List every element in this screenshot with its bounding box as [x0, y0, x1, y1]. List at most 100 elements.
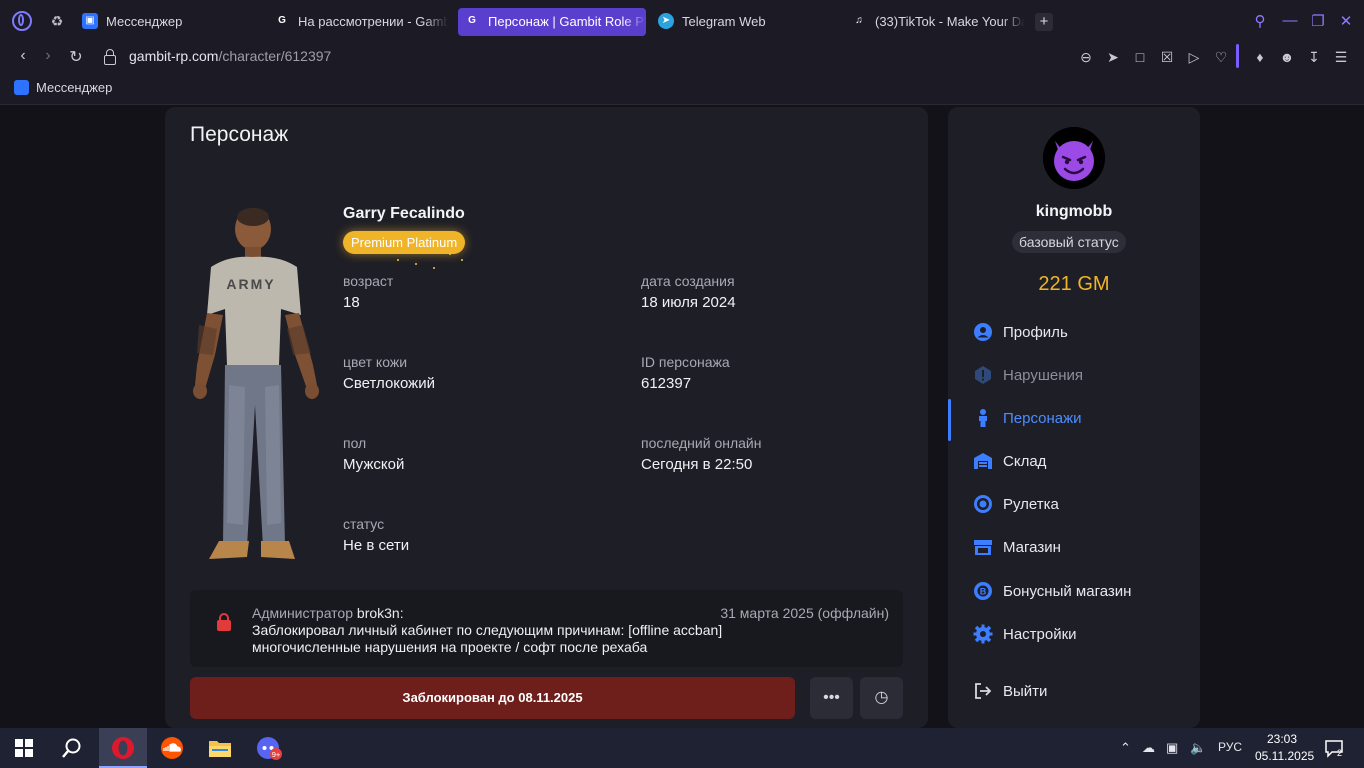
sidebar-item-label: Бонусный магазин: [1003, 583, 1132, 600]
sidebar-item-logout[interactable]: Выйти: [973, 681, 1047, 703]
url-path: /character/612397: [218, 48, 332, 64]
sidebar-item-settings[interactable]: Настройки: [973, 624, 1077, 646]
easy-setup-icon[interactable]: ☰: [1332, 48, 1350, 66]
bonus-shop-icon: B: [974, 581, 992, 600]
tab-character[interactable]: G Персонаж | Gambit Role Play: [458, 8, 646, 36]
history-button[interactable]: ◷: [860, 677, 903, 719]
telegram-icon: ➤: [658, 13, 674, 30]
reload-icon[interactable]: ↻: [66, 47, 86, 67]
field-value-skin: Светлокожий: [343, 375, 435, 392]
field-value-status: Не в сети: [343, 537, 410, 554]
taskbar-discord[interactable]: 9+: [245, 728, 293, 768]
field-label-age: возраст: [343, 273, 394, 289]
search-tabs-icon[interactable]: ⚲: [1250, 12, 1270, 30]
profile-sidebar: kingmobb базовый статус 221 GM Профиль Н…: [948, 107, 1200, 728]
snapshot-icon[interactable]: □: [1131, 48, 1149, 66]
restore-icon[interactable]: ❐: [1308, 12, 1328, 30]
bookmark-messenger[interactable]: Мессенджер: [14, 79, 113, 95]
field-label-created: дата создания: [641, 273, 735, 289]
sidebar-item-shop[interactable]: Магазин: [973, 537, 1061, 559]
chevron-up-icon[interactable]: ⌃: [1120, 740, 1131, 756]
sidebar-item-violations[interactable]: Нарушения: [973, 365, 1083, 387]
windows-icon: [15, 739, 33, 757]
onedrive-icon[interactable]: ☁: [1142, 740, 1155, 756]
sidebar-item-profile[interactable]: Профиль: [973, 322, 1068, 344]
field-label-last-online: последний онлайн: [641, 435, 762, 451]
shop-icon: [974, 539, 992, 555]
back-icon[interactable]: ‹: [13, 47, 33, 65]
toolbar-separator: [1236, 44, 1239, 68]
field-label-id: ID персонажа: [641, 354, 730, 370]
tab-telegram[interactable]: ➤ Telegram Web: [652, 8, 832, 36]
page-content: Персонаж ARMY Garry Fecalindo Premium Pl…: [0, 105, 1364, 728]
sidebar-item-bonus-shop[interactable]: B Бонусный магазин: [973, 581, 1131, 603]
avatar[interactable]: [1043, 127, 1105, 189]
lock-icon[interactable]: [104, 49, 116, 65]
opera-menu-icon[interactable]: [12, 11, 32, 31]
notifications-icon[interactable]: 2: [1324, 738, 1344, 761]
svg-text:B: B: [980, 586, 987, 596]
clock-date: 05.11.2025: [1255, 749, 1315, 763]
tab-messenger[interactable]: ▣ Мессенджер: [76, 8, 254, 36]
shirt-label: ARMY: [226, 276, 275, 292]
close-icon[interactable]: ✕: [1336, 12, 1356, 30]
language-indicator[interactable]: РУС: [1218, 740, 1242, 754]
sidebar-item-label: Выйти: [1003, 683, 1048, 700]
gamepad-icon[interactable]: ♻: [48, 12, 66, 30]
minimize-icon[interactable]: —: [1280, 12, 1300, 29]
field-value-age: 18: [343, 294, 360, 311]
search-icon: [62, 738, 81, 758]
field-value-created: 18 июля 2024: [641, 294, 736, 311]
active-indicator: [948, 399, 951, 441]
start-button[interactable]: [0, 728, 48, 768]
notifications-count: 2: [1337, 748, 1342, 758]
account-icon[interactable]: ☻: [1278, 48, 1296, 66]
volume-icon[interactable]: 🔈: [1190, 740, 1206, 756]
forward-icon[interactable]: ›: [38, 47, 58, 65]
sidebar-item-warehouse[interactable]: Склад: [973, 451, 1046, 473]
sidebar-item-label: Персонажи: [1003, 410, 1082, 427]
new-tab-button[interactable]: +: [1035, 13, 1053, 31]
bookmark-label: Мессенджер: [36, 80, 113, 95]
notification-icon: 2: [1325, 740, 1343, 758]
sidebar-item-roulette[interactable]: Рулетка: [973, 494, 1059, 516]
taskbar-opera[interactable]: [99, 728, 147, 768]
taskbar-soundcloud[interactable]: [148, 728, 196, 768]
more-button[interactable]: •••: [810, 677, 853, 719]
zoom-icon[interactable]: ⊖: [1077, 48, 1095, 66]
blocked-until-button[interactable]: Заблокирован до 08.11.2025: [190, 677, 795, 719]
clock[interactable]: 23:03 05.11.2025: [1255, 731, 1315, 765]
field-value-id: 612397: [641, 375, 692, 392]
tab-title: Мессенджер: [106, 14, 183, 29]
sidebar-item-characters[interactable]: Персонажи: [973, 408, 1082, 430]
network-icon[interactable]: ▣: [1166, 740, 1178, 756]
soundcloud-icon: [161, 737, 183, 759]
tiktok-icon: ♫: [855, 15, 863, 27]
ban-notice: Администратор brok3n: 31 марта 2025 (офф…: [190, 590, 903, 667]
roulette-icon: [974, 494, 992, 513]
field-value-sex: Мужской: [343, 456, 405, 473]
tab-review[interactable]: GНа рассмотрении - Gambit Role: [268, 8, 448, 36]
page-title: Персонаж: [190, 123, 289, 146]
person-icon: [979, 408, 987, 427]
adblock-icon[interactable]: ☒: [1158, 48, 1176, 66]
gambit-icon: G: [468, 15, 476, 27]
username: kingmobb: [1035, 203, 1113, 220]
more-icon: •••: [823, 689, 840, 706]
download-icon[interactable]: ↧: [1305, 48, 1323, 66]
sidebar-item-label: Магазин: [1003, 539, 1061, 556]
field-label-sex: пол: [343, 435, 367, 451]
taskbar-explorer[interactable]: [196, 728, 244, 768]
heart-icon[interactable]: ♡: [1212, 48, 1230, 66]
balance: 221 GM: [1038, 273, 1110, 295]
ban-author-role: Администратор: [252, 605, 354, 621]
tab-tiktok[interactable]: ♫ (33)TikTok - Make Your Day: [845, 8, 1025, 36]
taskbar: 9+ ⌃ ☁ ▣ 🔈 РУС 23:03 05.11.2025 2: [0, 728, 1364, 768]
clock-time: 23:03: [1266, 732, 1298, 746]
url-field[interactable]: gambit-rp.com/character/612397: [129, 48, 331, 64]
extensions-icon[interactable]: ♦: [1251, 48, 1269, 66]
player-icon[interactable]: ▷: [1185, 48, 1203, 66]
search-button[interactable]: [48, 728, 96, 768]
tab-title: Telegram Web: [682, 14, 766, 29]
pin-icon[interactable]: ➤: [1104, 48, 1122, 66]
